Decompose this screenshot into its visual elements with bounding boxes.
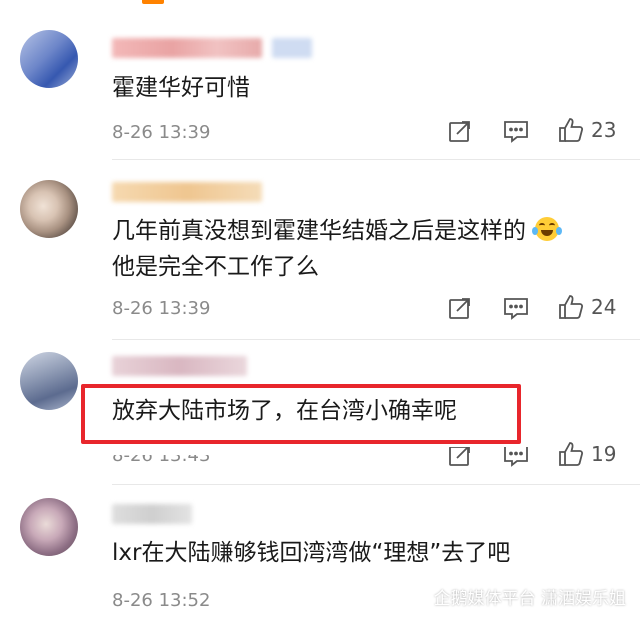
comment-line: 放弃大陆市场了，在台湾小确幸呢	[112, 398, 457, 424]
username-blurred[interactable]	[112, 504, 192, 524]
comment-text: 霍建华好可惜	[112, 70, 250, 106]
comment-text: 几年前真没想到霍建华结婚之后是这样的 他是完全不工作了么	[112, 213, 563, 285]
like-button[interactable]: 24	[557, 293, 616, 321]
like-button[interactable]: 19	[557, 440, 616, 468]
comment-time: 8-26 13:39	[112, 122, 211, 143]
username-blurred[interactable]	[112, 356, 247, 376]
comment-line: lxr在大陆赚够钱回湾湾做“理想”去了吧	[112, 540, 511, 566]
thumbs-up-icon	[559, 442, 584, 466]
thumbs-up-icon	[559, 118, 584, 142]
share-button[interactable]	[448, 296, 472, 320]
like-button[interactable]: 23	[557, 116, 616, 144]
comment-bubble-icon	[504, 121, 528, 143]
comment-text: lxr在大陆赚够钱回湾湾做“理想”去了吧	[112, 535, 510, 571]
avatar[interactable]	[20, 180, 78, 238]
like-count: 24	[591, 295, 617, 319]
share-icon	[449, 447, 470, 466]
fan-badge	[272, 38, 312, 58]
share-icon	[449, 121, 470, 142]
username-blurred[interactable]	[112, 38, 262, 58]
share-icon	[449, 298, 470, 319]
avatar[interactable]	[20, 352, 78, 410]
comment-time: 8-26 13:43	[112, 445, 211, 466]
watermark: 企鹅媒体平台 潇洒娱乐姐	[406, 584, 626, 609]
username-blurred[interactable]	[112, 182, 262, 202]
reply-button[interactable]	[503, 447, 529, 467]
watermark-text: 企鹅媒体平台 潇洒娱乐姐	[433, 589, 626, 609]
avatar[interactable]	[20, 498, 78, 556]
comment-text: 放弃大陆市场了，在台湾小确幸呢	[112, 393, 457, 429]
comment-time: 8-26 13:39	[112, 298, 211, 319]
avatar[interactable]	[20, 30, 78, 88]
like-count: 23	[591, 118, 617, 142]
divider	[112, 339, 640, 340]
comment-line: 几年前真没想到霍建华结婚之后是这样的	[112, 213, 563, 249]
penguin-logo-icon	[406, 586, 428, 608]
comment-bubble-icon	[504, 298, 528, 320]
share-button[interactable]	[448, 119, 472, 143]
comment-line: 他是完全不工作了么	[112, 254, 319, 280]
comment-line: 霍建华好可惜	[112, 75, 250, 101]
active-tab-indicator	[142, 0, 164, 4]
thumbs-up-icon	[559, 295, 584, 319]
comment-time: 8-26 13:52	[112, 590, 211, 611]
reply-button[interactable]	[503, 296, 529, 320]
comment-bubble-icon	[504, 447, 528, 467]
divider	[112, 484, 640, 485]
crying-laughing-emoji-icon	[532, 217, 563, 241]
share-button[interactable]	[448, 447, 472, 467]
divider	[112, 159, 640, 160]
reply-button[interactable]	[503, 119, 529, 143]
like-count: 19	[591, 442, 617, 466]
